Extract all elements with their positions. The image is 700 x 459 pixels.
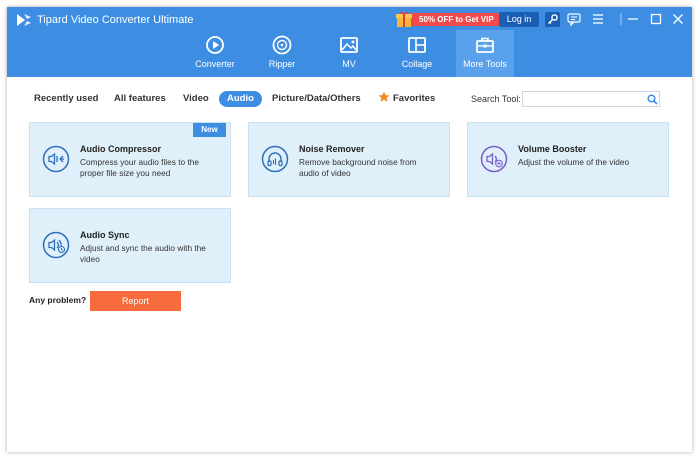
tool-card-volume-booster[interactable]: Volume Booster Adjust the volume of the … (467, 122, 669, 197)
filter-tab-favorites[interactable]: Favorites (370, 91, 443, 107)
ripper-icon (272, 35, 292, 55)
new-badge: New (193, 123, 226, 137)
search-input[interactable] (522, 91, 660, 107)
close-icon[interactable] (670, 11, 686, 27)
nav-converter[interactable]: Converter (186, 30, 244, 77)
toolbox-icon (476, 37, 494, 53)
filter-tab-video[interactable]: Video (175, 91, 217, 107)
filter-tab-recently-used[interactable]: Recently used (26, 91, 106, 107)
chat-icon[interactable] (566, 11, 582, 27)
app-window: Tipard Video Converter Ultimate 50% OFF … (7, 7, 692, 452)
search-label: Search Tool: (471, 94, 521, 104)
star-icon (378, 91, 390, 102)
register-key-button[interactable] (545, 12, 560, 27)
maximize-icon[interactable] (648, 11, 664, 27)
volume-booster-icon (480, 145, 508, 173)
filter-tab-all-features[interactable]: All features (106, 91, 174, 107)
tool-description: Adjust the volume of the video (518, 157, 630, 167)
nav-mv-label: MV (342, 59, 356, 69)
audio-sync-icon (42, 231, 70, 259)
menu-icon[interactable] (590, 11, 606, 27)
tool-description: Remove background noise from audio of vi… (299, 157, 417, 178)
tool-description: Compress your audio files to the proper … (80, 157, 199, 178)
tool-card-noise-remover[interactable]: Noise Remover Remove background noise fr… (248, 122, 450, 197)
nav-converter-label: Converter (195, 59, 235, 69)
minimize-icon[interactable] (625, 11, 641, 27)
nav-ripper[interactable]: Ripper (253, 30, 311, 77)
tool-description: Adjust and sync the audio with the video (80, 243, 206, 264)
converter-icon (206, 36, 224, 54)
nav-collage[interactable]: Collage (388, 30, 446, 77)
collage-icon (408, 37, 426, 53)
key-icon (548, 14, 558, 24)
filter-tab-audio[interactable]: Audio (219, 91, 262, 107)
login-button[interactable]: Log in (499, 12, 539, 27)
tool-title: Noise Remover (299, 144, 365, 154)
mv-icon (340, 37, 358, 53)
tool-card-audio-sync[interactable]: Audio Sync Adjust and sync the audio wit… (29, 208, 231, 283)
audio-compressor-icon (42, 145, 70, 173)
noise-remover-icon (261, 145, 289, 173)
gift-icon (396, 11, 412, 27)
any-problem-label: Any problem? (29, 295, 87, 305)
tool-title: Audio Sync (80, 230, 130, 240)
filter-tab-picture-data-others[interactable]: Picture/Data/Others (264, 91, 369, 107)
tool-title: Volume Booster (518, 144, 587, 154)
nav-collage-label: Collage (401, 59, 433, 69)
tool-title: Audio Compressor (80, 144, 162, 154)
app-title: Tipard Video Converter Ultimate (37, 14, 194, 26)
search-icon[interactable] (647, 94, 658, 105)
vip-promo[interactable]: 50% OFF to Get VIP (395, 11, 500, 27)
report-button[interactable]: Report (90, 291, 181, 311)
nav-more-tools-label: More Tools (463, 59, 507, 69)
nav-more-tools[interactable]: More Tools (456, 30, 514, 77)
nav-ripper-label: Ripper (268, 59, 296, 69)
nav-mv[interactable]: MV (320, 30, 378, 77)
favorites-label: Favorites (393, 93, 436, 104)
header-bar: Tipard Video Converter Ultimate 50% OFF … (7, 7, 692, 77)
promo-label: 50% OFF to Get VIP (409, 12, 500, 26)
tool-card-audio-compressor[interactable]: New Audio Compressor Compress your audio… (29, 122, 231, 197)
app-logo-icon (17, 14, 31, 26)
